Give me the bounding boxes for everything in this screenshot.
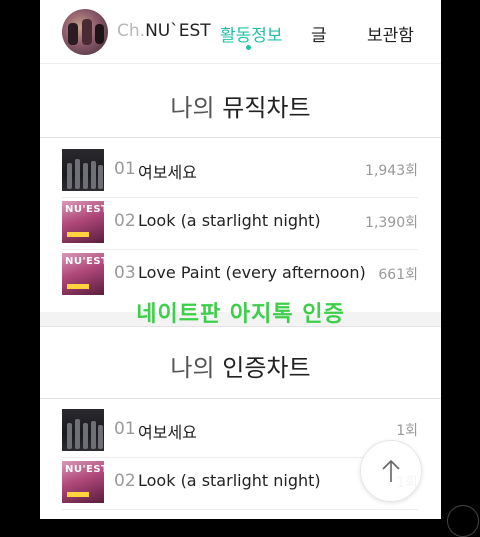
music-chart-row[interactable]: 01 여보세요 1,943회 xyxy=(62,145,418,198)
music-chart-row[interactable]: NU'EST 02 Look (a starlight night) 1,390… xyxy=(62,197,418,250)
channel-name[interactable]: Ch.NU`EST xyxy=(117,21,211,41)
overlay-caption: 네이트판 아지톡 인증 xyxy=(136,302,345,327)
play-count: 1회 xyxy=(396,423,418,439)
song-title: 여보세요 xyxy=(138,163,197,182)
active-tab-indicator xyxy=(246,45,251,50)
album-cover xyxy=(62,409,104,451)
cert-chart-title-main: 인증차트 xyxy=(222,354,311,382)
song-title: Look (a starlight night) xyxy=(138,471,321,490)
music-chart-row[interactable]: NU'EST 03 Love Paint (every afternoon) 6… xyxy=(62,249,418,301)
album-cover: NU'EST xyxy=(62,201,104,243)
screen-corner-button xyxy=(447,505,479,537)
channel-header: Ch.NU`EST 활동정보 글 보관함 xyxy=(40,0,441,64)
section-divider xyxy=(40,137,441,138)
music-chart-title: 나의 뮤직차트 xyxy=(40,88,441,123)
album-cover: NU'EST xyxy=(62,253,104,295)
channel-prefix: Ch. xyxy=(117,21,146,41)
section-divider xyxy=(40,398,441,399)
scroll-to-top-button[interactable] xyxy=(360,440,422,502)
play-count: 1,943회 xyxy=(365,163,418,179)
song-title: 여보세요 xyxy=(138,423,197,442)
play-count: 661회 xyxy=(378,267,418,283)
cert-chart-title: 나의 인증차트 xyxy=(40,348,441,383)
tab-posts[interactable]: 글 xyxy=(311,21,327,46)
play-count: 1,390회 xyxy=(365,215,418,231)
rank-number: 02 xyxy=(114,211,136,231)
album-logo: NU'EST xyxy=(65,464,104,475)
channel-avatar[interactable] xyxy=(62,9,108,55)
rank-number: 03 xyxy=(114,263,136,283)
tab-activity-info[interactable]: 활동정보 xyxy=(220,21,283,46)
cert-chart-row[interactable]: 01 여보세요 1회 xyxy=(62,405,418,458)
album-cover: NU'EST xyxy=(62,461,104,503)
album-cover xyxy=(62,149,104,191)
section-divider xyxy=(40,326,441,327)
rank-number: 01 xyxy=(114,159,136,179)
channel-title: NU`EST xyxy=(145,21,211,41)
song-title: Look (a starlight night) xyxy=(138,211,321,230)
tab-storage[interactable]: 보관함 xyxy=(367,21,414,46)
arrow-up-icon xyxy=(382,459,400,482)
app-panel: Ch.NU`EST 활동정보 글 보관함 나의 뮤직차트 01 여보세요 1,9… xyxy=(40,0,441,519)
rank-number: 01 xyxy=(114,419,136,439)
music-chart-title-prefix: 나의 xyxy=(170,94,215,122)
music-chart-title-main: 뮤직차트 xyxy=(222,94,311,122)
song-title: Love Paint (every afternoon) xyxy=(138,263,366,282)
album-logo: NU'EST xyxy=(65,204,104,215)
album-logo: NU'EST xyxy=(65,256,104,267)
rank-number: 02 xyxy=(114,471,136,491)
cert-chart-title-prefix: 나의 xyxy=(170,354,215,382)
